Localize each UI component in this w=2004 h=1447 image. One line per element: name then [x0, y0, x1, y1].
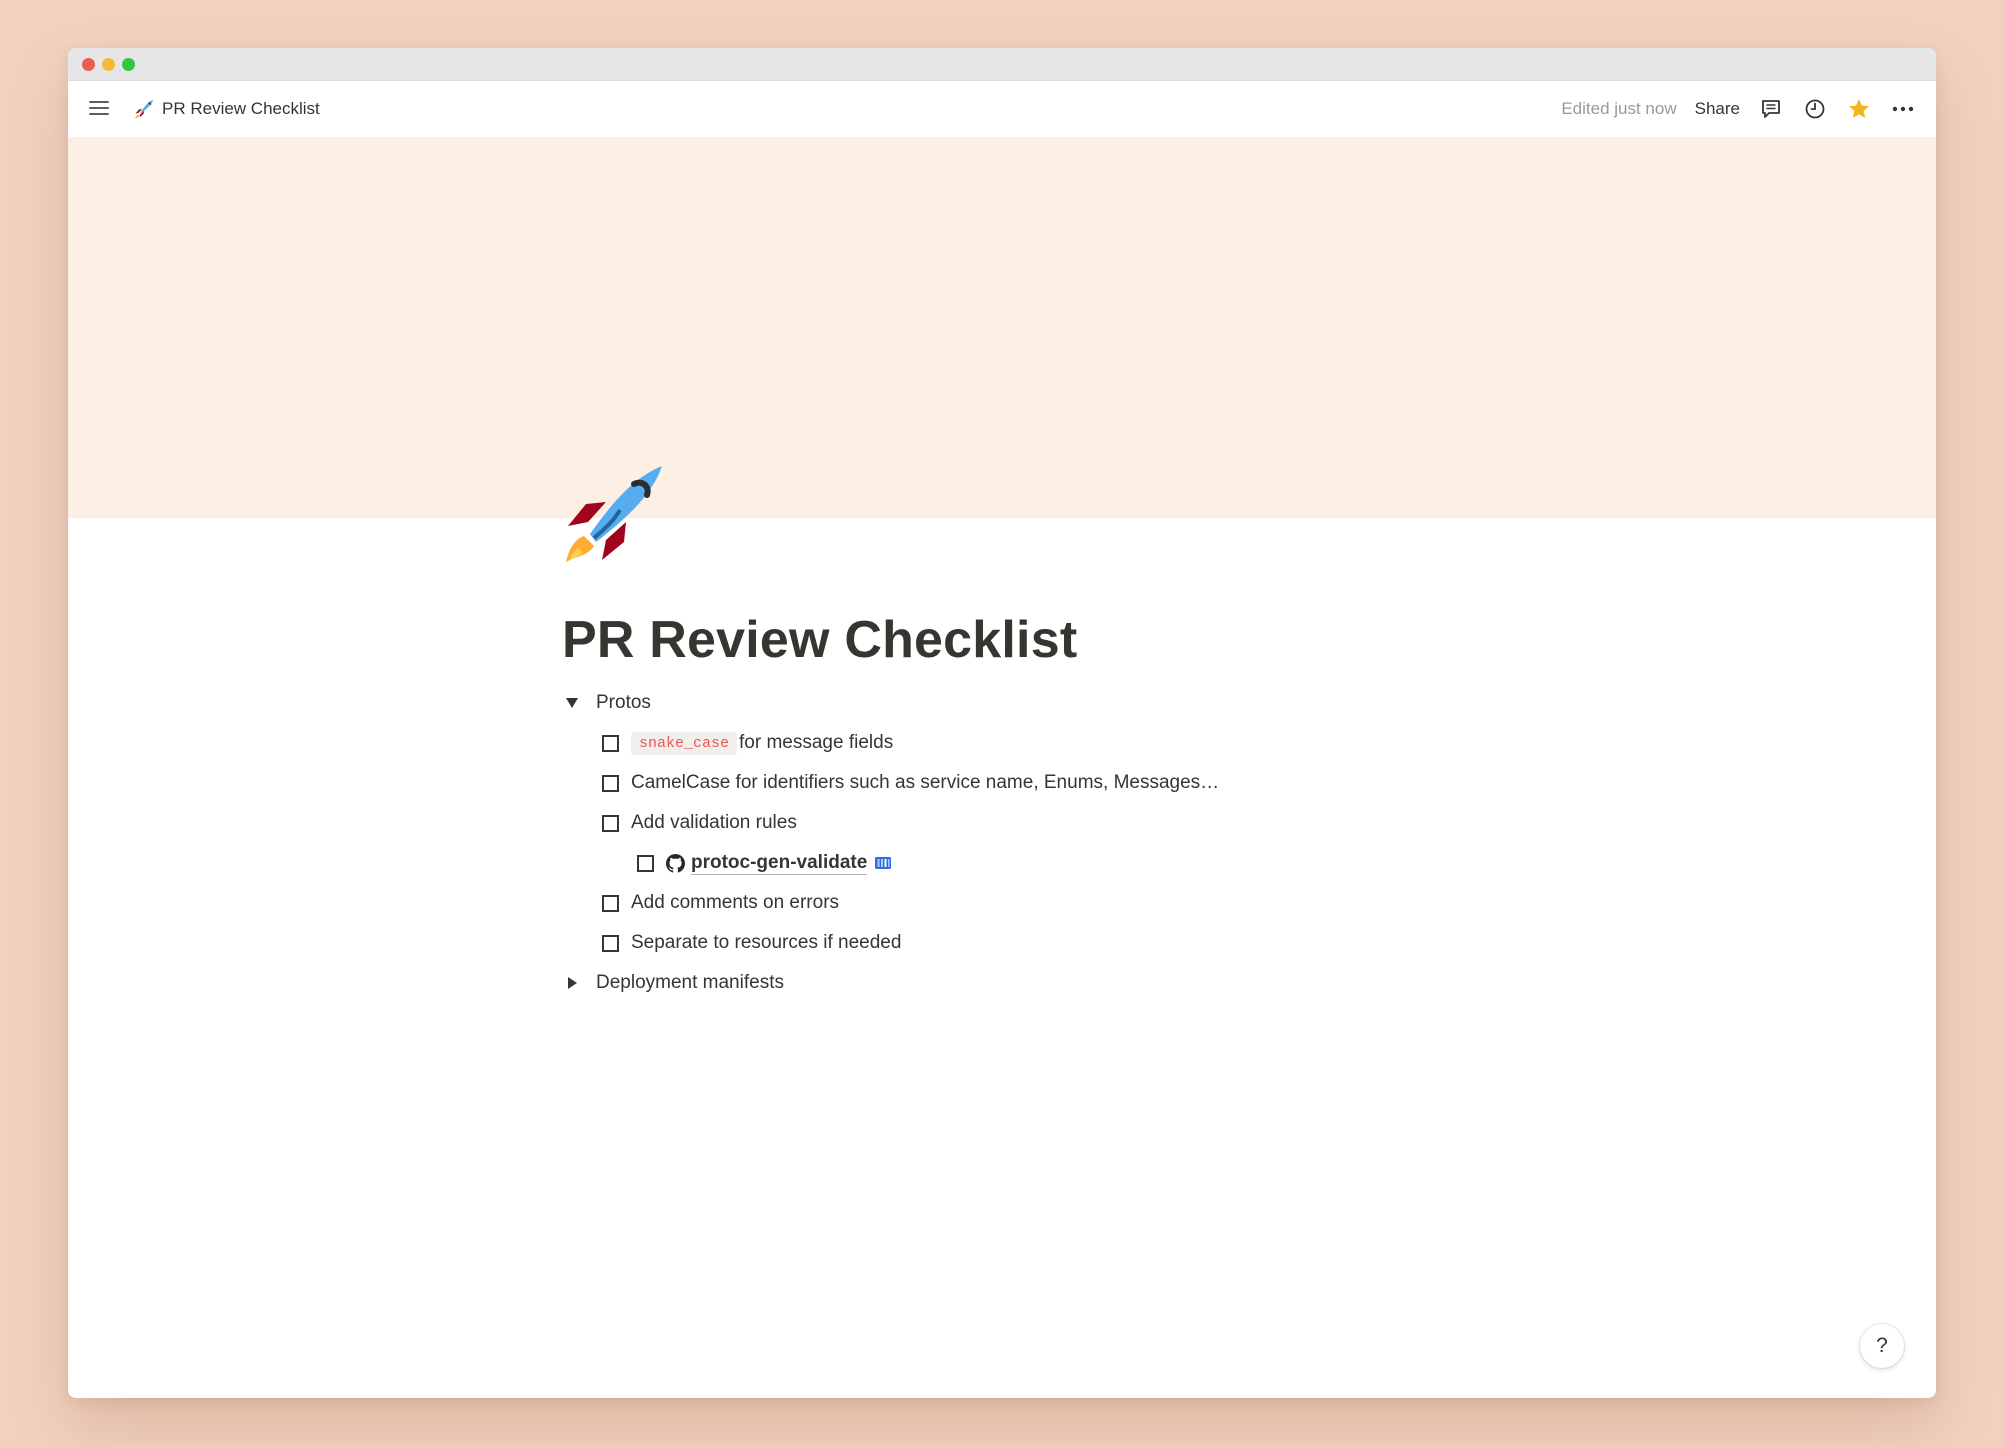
- todo-item: CamelCase for identifiers such as servic…: [602, 768, 1219, 798]
- toggle-protos: Protos: [562, 688, 651, 718]
- todo-checkbox[interactable]: [602, 774, 619, 792]
- notion-badge-icon: [875, 856, 892, 870]
- todo-checkbox[interactable]: [602, 934, 619, 952]
- link-protoc-gen-validate[interactable]: protoc-gen-validate: [691, 852, 868, 875]
- toggle-deployment-manifests: Deployment manifests: [562, 968, 784, 998]
- rocket-icon: [134, 99, 154, 119]
- edited-status: Edited just now: [1561, 99, 1677, 118]
- toggle-label[interactable]: Deployment manifests: [596, 972, 784, 994]
- todo-item: Add validation rules: [602, 808, 797, 838]
- inline-code: snake_case: [631, 731, 738, 755]
- todo-item: Separate to resources if needed: [602, 928, 901, 958]
- sidebar-menu-icon[interactable]: [88, 97, 110, 119]
- help-button[interactable]: ?: [1860, 1324, 1904, 1368]
- topbar-actions: Edited just now Share: [1561, 93, 1916, 125]
- page-title[interactable]: PR Review Checklist: [562, 610, 1077, 670]
- window-maximize-button[interactable]: [122, 58, 135, 71]
- github-icon: [666, 853, 685, 873]
- star-icon[interactable]: [1846, 96, 1872, 122]
- todo-text[interactable]: Add comments on errors: [631, 892, 839, 914]
- share-button[interactable]: Share: [1695, 99, 1740, 119]
- page-cover[interactable]: [68, 137, 1936, 518]
- window-titlebar: [68, 48, 1936, 81]
- toggle-collapsed-arrow-icon[interactable]: [562, 973, 582, 993]
- todo-checkbox[interactable]: [637, 854, 654, 872]
- todo-text[interactable]: for message fields: [739, 732, 893, 754]
- page-topbar: PR Review Checklist Edited just now Shar…: [68, 81, 1936, 137]
- todo-text[interactable]: Add validation rules: [631, 812, 797, 834]
- toggle-label[interactable]: Protos: [596, 692, 651, 714]
- app-window: PR Review Checklist Edited just now Shar…: [68, 48, 1936, 1398]
- todo-checkbox[interactable]: [602, 894, 619, 912]
- nested-todo-item: protoc-gen-validate: [637, 848, 892, 878]
- breadcrumb[interactable]: PR Review Checklist: [128, 95, 326, 123]
- clock-icon[interactable]: [1802, 96, 1828, 122]
- more-icon[interactable]: [1890, 96, 1916, 122]
- todo-checkbox[interactable]: [602, 814, 619, 832]
- toggle-expanded-arrow-icon[interactable]: [562, 693, 582, 713]
- window-minimize-button[interactable]: [102, 58, 115, 71]
- page-rocket-icon[interactable]: [564, 464, 664, 564]
- todo-text[interactable]: CamelCase for identifiers such as servic…: [631, 772, 1219, 794]
- todo-item: snake_case for message fields: [602, 728, 893, 758]
- todo-checkbox[interactable]: [602, 734, 619, 752]
- window-close-button[interactable]: [82, 58, 95, 71]
- comment-icon[interactable]: [1758, 96, 1784, 122]
- todo-item: Add comments on errors: [602, 888, 839, 918]
- todo-text[interactable]: Separate to resources if needed: [631, 932, 901, 954]
- breadcrumb-page-title: PR Review Checklist: [162, 99, 320, 118]
